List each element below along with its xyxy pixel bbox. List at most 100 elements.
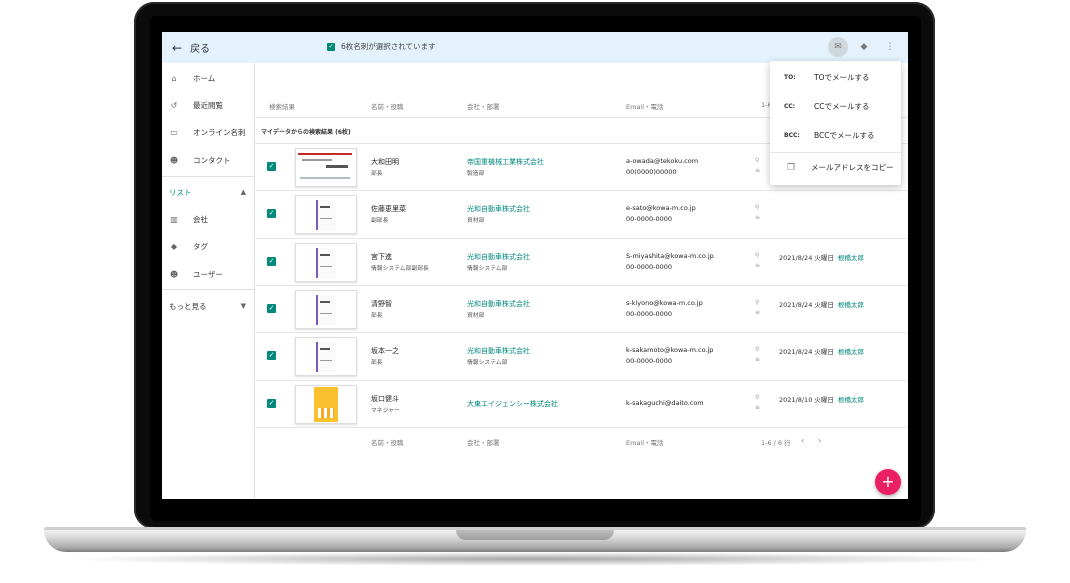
business-card-thumbnail[interactable]	[295, 195, 357, 234]
business-card-thumbnail[interactable]	[295, 337, 357, 376]
person-icon: ⚲	[755, 252, 760, 259]
mail-icon[interactable]: ✉	[828, 37, 848, 57]
phone: 00(0000)00000	[626, 168, 677, 176]
department: 製造部	[467, 171, 485, 177]
row-checkbox[interactable]: ✓	[267, 351, 276, 360]
history-icon: ↺	[170, 100, 178, 110]
business-card-thumbnail[interactable]	[295, 243, 357, 282]
owner-link[interactable]: 根橋太郎	[838, 348, 864, 356]
registered-date: 2021/8/24 火曜日 根橋太郎	[779, 299, 864, 309]
business-card-thumbnail[interactable]	[295, 290, 357, 329]
row-divider	[255, 332, 908, 333]
company-link[interactable]: 大東エイジェンシー株式会社	[467, 399, 558, 409]
company-link[interactable]: 光和自動車株式会社	[467, 299, 530, 309]
subheader: マイデータからの検索結果 (6枚)	[261, 129, 351, 136]
contact-name[interactable]: 佐藤恵里菜	[371, 204, 406, 214]
contact-title: 部長	[371, 171, 383, 177]
menu-tag: CC:	[784, 103, 796, 110]
phone: 00-0000-0000	[626, 215, 673, 223]
chevron-up-icon: ▲	[240, 188, 246, 196]
sidebar-item-label: ホーム	[193, 73, 216, 83]
date-text: 2021/8/10 火曜日	[779, 396, 834, 404]
department: 情報システム部	[467, 360, 508, 366]
col-header-name: 名前・役職	[371, 103, 404, 111]
contact-name[interactable]: 清野智	[371, 299, 392, 309]
sidebar-item-label: タグ	[193, 241, 208, 251]
note-icon: ≡	[755, 167, 761, 174]
email: e-sato@kowa-m.co.jp	[626, 204, 696, 212]
laptop-notch	[456, 530, 614, 540]
row-checkbox[interactable]: ✓	[267, 257, 276, 266]
note-icon: ≡	[755, 214, 761, 221]
back-button[interactable]: ← 戻る	[172, 40, 211, 56]
row-checkbox[interactable]: ✓	[267, 304, 276, 313]
back-label: 戻る	[190, 44, 211, 55]
sidebar-item-label: コンタクト	[193, 155, 231, 165]
row-checkbox[interactable]: ✓	[267, 162, 276, 171]
sidebar-item-tag[interactable]: ◆ タグ	[162, 235, 254, 257]
sidebar-item-label: ユーザー	[193, 269, 223, 279]
home-icon: ⌂	[171, 73, 177, 83]
contact-name[interactable]: 坂本一之	[371, 346, 399, 356]
phone: 00-0000-0000	[626, 310, 673, 318]
table-row[interactable]: ✓ 佐藤恵里菜 副部長 光和自動車株式会社 資材部 e-sato@kowa-m.…	[255, 190, 908, 237]
owner-link[interactable]: 根橋太郎	[838, 301, 864, 309]
menu-item-copy[interactable]: ❐ メールアドレスをコピー	[770, 153, 901, 182]
contact-name[interactable]: 大和田明	[371, 157, 399, 167]
company-link[interactable]: 帝国重機械工業株式会社	[467, 157, 544, 167]
sidebar-section-list[interactable]: リスト ▲	[162, 181, 254, 203]
table-row[interactable]: ✓ 宮下進 情報システム部副部長 光和自動車株式会社 情報システム部 S-miy…	[255, 238, 908, 285]
menu-item-bcc[interactable]: BCC: BCCでメールする	[770, 121, 901, 150]
sidebar-item-online-card[interactable]: ▭ オンライン名刺	[162, 121, 254, 143]
company-link[interactable]: 光和自動車株式会社	[467, 252, 530, 262]
date-text: 2021/8/24 火曜日	[779, 254, 834, 262]
owner-link[interactable]: 根橋太郎	[838, 254, 864, 262]
business-card-thumbnail[interactable]	[295, 385, 357, 424]
company-icon: ▥	[170, 214, 178, 224]
menu-item-to[interactable]: TO: TOでメールする	[770, 63, 901, 92]
email: k-sakamoto@kowa-m.co.jp	[626, 346, 714, 354]
company-link[interactable]: 光和自動車株式会社	[467, 204, 530, 214]
table-row[interactable]: ✓ 清野智 部長 光和自動車株式会社 資材部 s-kiyono@kowa-m.c…	[255, 285, 908, 332]
person-icon: ⚲	[755, 394, 760, 401]
person-icon: ⚲	[755, 157, 760, 164]
company-link[interactable]: 光和自動車株式会社	[467, 346, 530, 356]
table-row[interactable]: ✓ 坂口健斗 マネジャー 大東エイジェンシー株式会社 k-sakaguchi@d…	[255, 380, 908, 427]
note-icon: ≡	[755, 356, 761, 363]
table-row[interactable]: ✓ 坂本一之 部長 光和自動車株式会社 情報システム部 k-sakamoto@k…	[255, 332, 908, 379]
menu-item-cc[interactable]: CC: CCでメールする	[770, 92, 901, 121]
person-icon: ⚲	[755, 346, 760, 353]
row-divider	[255, 380, 908, 381]
sidebar-item-recent[interactable]: ↺ 最近閲覧	[162, 94, 254, 116]
toolbar-actions: ✉ ◆ ⋮	[828, 37, 900, 57]
registered-date: 2021/8/24 火曜日 根橋太郎	[779, 252, 864, 262]
tag-icon[interactable]: ◆	[854, 37, 874, 57]
row-divider	[255, 285, 908, 286]
add-button[interactable]: +	[875, 469, 901, 495]
sidebar-item-contacts[interactable]: ☻ コンタクト	[162, 149, 254, 171]
note-icon: ≡	[755, 309, 761, 316]
sidebar-item-company[interactable]: ▥ 会社	[162, 208, 254, 230]
sidebar-item-users[interactable]: ☻ ユーザー	[162, 263, 254, 285]
department: 資材部	[467, 218, 485, 224]
chevron-left-icon[interactable]: ‹	[801, 436, 804, 445]
more-vert-icon[interactable]: ⋮	[880, 37, 900, 57]
chevron-down-icon: ▼	[240, 302, 246, 310]
department: 資材部	[467, 313, 485, 319]
phone: 00-0000-0000	[626, 263, 673, 271]
row-checkbox[interactable]: ✓	[267, 209, 276, 218]
date-text: 2021/8/24 火曜日	[779, 301, 834, 309]
app-screen: ← 戻る ✓ 6枚名刺が選択されています ✉ ◆ ⋮ ⌂ ホーム ↺ 最近閲覧 …	[162, 32, 908, 499]
contact-name[interactable]: 坂口健斗	[371, 394, 399, 404]
chevron-right-icon[interactable]: ›	[818, 436, 821, 445]
business-card-thumbnail[interactable]	[295, 148, 357, 187]
email: s-kiyono@kowa-m.co.jp	[626, 299, 703, 307]
sidebar-item-more[interactable]: もっと見る ▼	[162, 295, 254, 317]
footer-col-email: Email・電話	[626, 439, 664, 447]
contact-name[interactable]: 宮下進	[371, 252, 392, 262]
sidebar-item-home[interactable]: ⌂ ホーム	[162, 67, 254, 89]
owner-link[interactable]: 根橋太郎	[838, 396, 864, 404]
person-icon: ⚲	[755, 204, 760, 211]
row-checkbox[interactable]: ✓	[267, 399, 276, 408]
laptop-shadow	[60, 552, 1010, 566]
